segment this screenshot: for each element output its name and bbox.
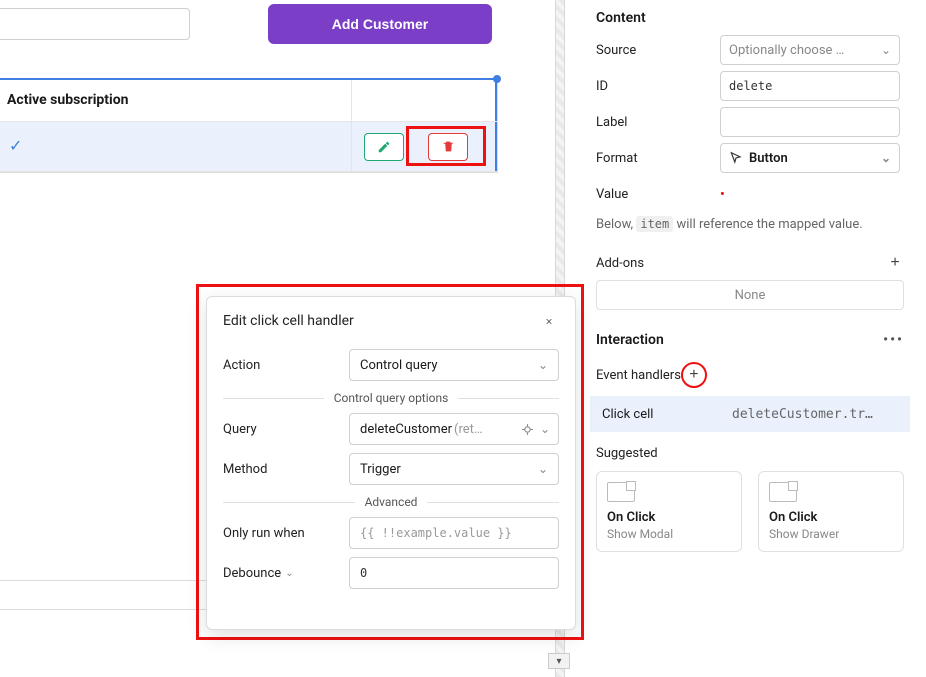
cell-active-subscription: ✓ [0,122,351,171]
cursor-icon [729,151,743,165]
event-handler-item[interactable]: Click cell deleteCustomer.tr… [590,396,910,432]
data-table[interactable]: Active subscription ✓ [0,78,498,173]
id-value: delete [729,79,772,93]
source-placeholder: Optionally choose … [729,43,844,58]
source-select[interactable]: Optionally choose … ⌄ [720,35,900,65]
add-event-handler-button[interactable]: + [685,366,703,384]
debounce-input[interactable]: 0 [349,557,559,589]
chevron-down-icon[interactable]: ⌄ [285,568,293,579]
suggested-show-drawer[interactable]: On Click Show Drawer [758,471,904,552]
add-customer-label: Add Customer [332,16,428,32]
event-handler-event: Click cell [602,407,712,422]
label-only-run-when: Only run when [223,526,349,541]
helper-text: Below, item will reference the mapped va… [590,212,910,244]
suggested-title: On Click [607,510,731,525]
only-run-placeholder: {{ !!example.value }} [360,526,512,540]
label-method: Method [223,462,349,477]
add-addon-button[interactable]: + [886,254,904,272]
close-popover-button[interactable] [539,311,559,331]
plus-icon: + [689,366,698,384]
event-handlers-label: Event handlers [596,368,681,383]
suggested-subtitle: Show Modal [607,527,731,541]
modal-icon [607,482,635,502]
only-run-when-input[interactable]: {{ !!example.value }} [349,517,559,549]
add-customer-button[interactable]: Add Customer [268,4,492,44]
addons-label: Add-ons [596,256,644,271]
drawer-icon [769,482,797,502]
interaction-menu-button[interactable]: ••• [883,332,904,348]
suggested-label: Suggested [596,446,658,461]
inspector-panel: Content Source Optionally choose … ⌄ ID … [590,0,910,677]
label-label: Label [596,115,720,130]
advanced-divider-label: Advanced [365,495,418,509]
event-handler-value: deleteCustomer.tr… [732,407,873,422]
action-value: Control query [360,358,438,373]
pencil-icon [377,140,391,154]
suggested-show-modal[interactable]: On Click Show Modal [596,471,742,552]
addons-empty: None [596,280,904,310]
label-input[interactable] [720,107,900,137]
id-input[interactable]: delete [720,71,900,101]
annotation-highlight-add-handler: + [681,362,707,388]
section-interaction-title: Interaction [596,332,664,348]
format-select[interactable]: Button ⌄ [720,143,900,173]
selection-handle[interactable] [493,75,501,83]
query-select[interactable]: deleteCustomer (ret… ⌄ [349,413,559,445]
helper-code: item [636,216,673,232]
table-row[interactable]: ✓ [0,122,497,172]
format-value: Button [749,151,788,166]
chevron-down-icon: ⌄ [540,422,550,436]
debounce-value: 0 [360,566,367,580]
search-input[interactable] [0,8,190,40]
section-content-title: Content [590,0,910,32]
suggested-subtitle: Show Drawer [769,527,893,541]
chevron-down-icon: ⌄ [538,358,548,372]
label-id: ID [596,79,720,94]
method-select[interactable]: Trigger ⌄ [349,453,559,485]
query-value: deleteCustomer [360,422,452,437]
annotation-highlight-trash [406,126,486,166]
column-header-actions[interactable] [351,80,497,121]
method-value: Trigger [360,462,401,477]
target-icon[interactable] [521,423,534,436]
kebab-icon: ••• [883,332,904,348]
cell-actions [351,122,497,171]
chevron-down-icon: ▾ [556,656,561,667]
label-source: Source [596,43,720,58]
value-error-indicator: • [720,187,725,202]
label-query: Query [223,422,349,437]
column-header-active-subscription[interactable]: Active subscription [0,80,351,121]
label-value: Value [596,187,720,202]
chevron-down-icon: ⌄ [881,43,891,57]
options-divider-label: Control query options [334,391,449,405]
collapse-panel-button[interactable]: ▾ [548,653,570,669]
plus-icon: + [890,254,899,272]
close-icon [545,315,553,328]
suggested-title: On Click [769,510,893,525]
label-format: Format [596,151,720,166]
chevron-down-icon: ⌄ [881,151,891,165]
check-icon: ✓ [9,136,22,155]
edit-handler-popover: Edit click cell handler Action Control q… [206,296,576,630]
label-action: Action [223,358,349,373]
chevron-down-icon: ⌄ [538,462,548,476]
label-debounce: Debounce [223,566,281,581]
action-select[interactable]: Control query ⌄ [349,349,559,381]
table-header-row: Active subscription [0,80,497,122]
edit-row-button[interactable] [364,133,404,161]
popover-title: Edit click cell handler [223,313,354,329]
query-suffix: (ret… [454,422,483,437]
